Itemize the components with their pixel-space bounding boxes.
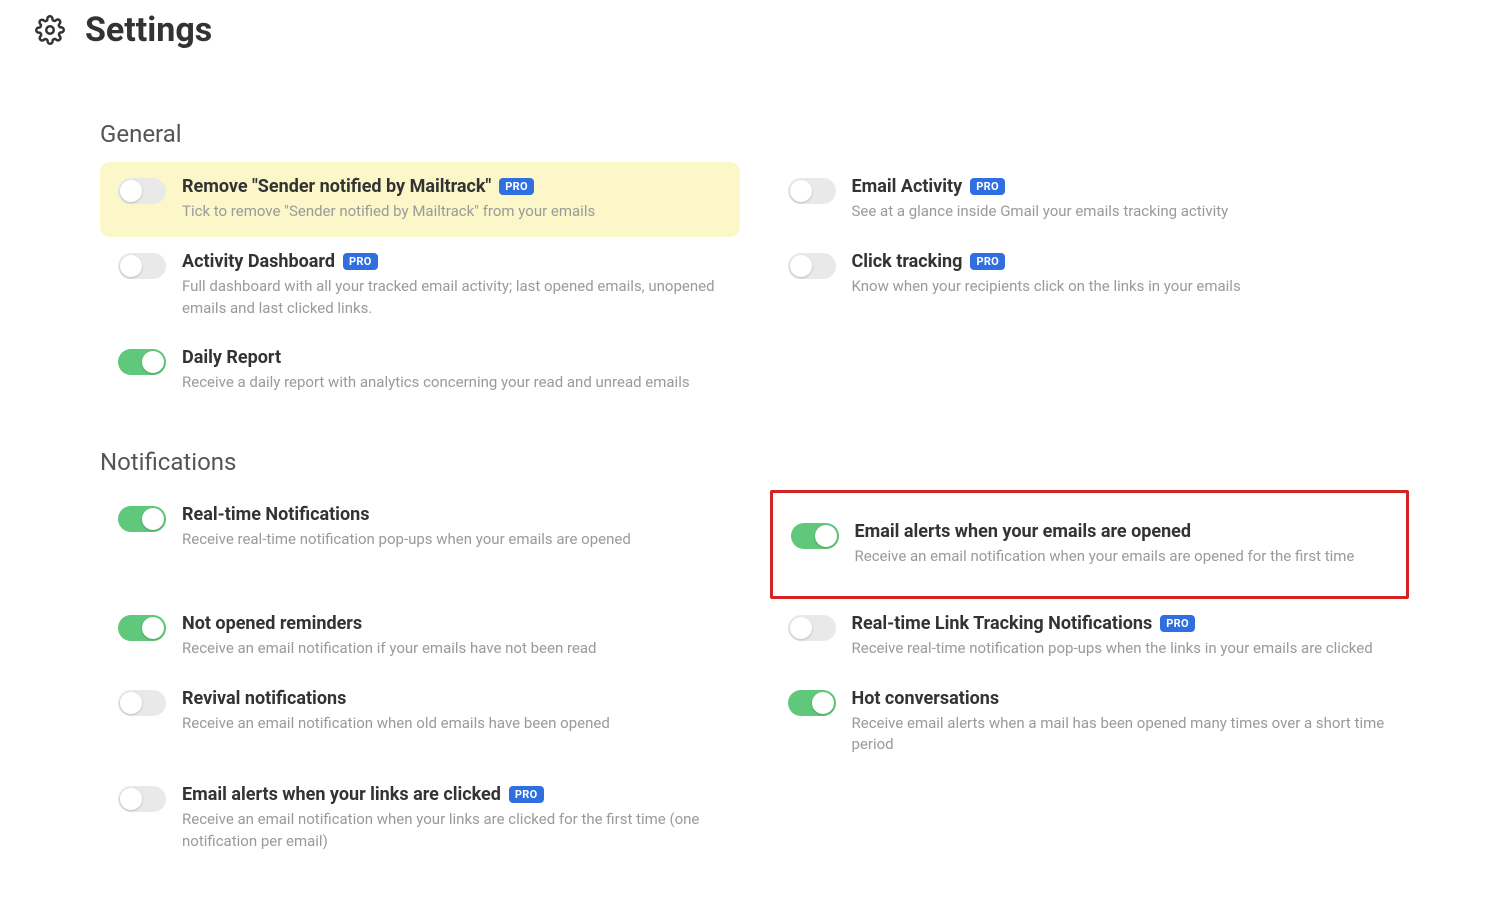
setting-label: Real-time Notifications <box>182 504 369 525</box>
setting-click-tracking: Click tracking PRO Know when your recipi… <box>770 237 1410 312</box>
setting-desc: See at a glance inside Gmail your emails… <box>852 201 1392 223</box>
setting-email-activity: Email Activity PRO See at a glance insid… <box>770 162 1410 237</box>
toggle-email-alerts-links-clicked[interactable] <box>118 786 166 812</box>
setting-not-opened-reminders: Not opened reminders Receive an email no… <box>100 599 740 674</box>
toggle-revival-notifications[interactable] <box>118 690 166 716</box>
setting-remove-sender-notified: Remove "Sender notified by Mailtrack" PR… <box>100 162 740 237</box>
pro-badge: PRO <box>970 253 1005 270</box>
setting-desc: Receive an email notification when your … <box>855 546 1389 568</box>
setting-desc: Receive email alerts when a mail has bee… <box>852 713 1392 757</box>
toggle-realtime-notifications[interactable] <box>118 506 166 532</box>
pro-badge: PRO <box>499 178 534 195</box>
settings-content: General Remove "Sender notified by Mailt… <box>0 70 1509 907</box>
toggle-click-tracking[interactable] <box>788 253 836 279</box>
pro-badge: PRO <box>509 786 544 803</box>
setting-email-alerts-opened: Email alerts when your emails are opened… <box>770 490 1410 599</box>
setting-desc: Receive an email notification when old e… <box>182 713 722 735</box>
setting-desc: Receive real-time notification pop-ups w… <box>852 638 1392 660</box>
notifications-grid: Real-time Notifications Receive real-tim… <box>100 490 1409 867</box>
toggle-email-activity[interactable] <box>788 178 836 204</box>
setting-daily-report: Daily Report Receive a daily report with… <box>100 333 740 408</box>
pro-badge: PRO <box>970 178 1005 195</box>
setting-desc: Receive real-time notification pop-ups w… <box>182 529 722 551</box>
setting-label: Real-time Link Tracking Notifications <box>852 613 1153 634</box>
section-title-notifications: Notifications <box>100 448 1409 476</box>
toggle-not-opened-reminders[interactable] <box>118 615 166 641</box>
setting-desc: Receive an email notification when your … <box>182 809 722 853</box>
setting-desc: Know when your recipients click on the l… <box>852 276 1392 298</box>
setting-label: Click tracking <box>852 251 963 272</box>
toggle-realtime-link-tracking[interactable] <box>788 615 836 641</box>
toggle-daily-report[interactable] <box>118 349 166 375</box>
section-title-general: General <box>100 120 1409 148</box>
setting-label: Email alerts when your emails are opened <box>855 521 1192 542</box>
pro-badge: PRO <box>343 253 378 270</box>
setting-label: Email alerts when your links are clicked <box>182 784 501 805</box>
setting-label: Hot conversations <box>852 688 1000 709</box>
setting-email-alerts-links-clicked: Email alerts when your links are clicked… <box>100 770 740 867</box>
setting-desc: Tick to remove "Sender notified by Mailt… <box>182 201 722 223</box>
pro-badge: PRO <box>1160 615 1195 632</box>
setting-desc: Receive an email notification if your em… <box>182 638 722 660</box>
page-title: Settings <box>85 10 212 50</box>
toggle-email-alerts-opened[interactable] <box>791 523 839 549</box>
setting-label: Remove "Sender notified by Mailtrack" <box>182 176 491 197</box>
general-grid: Remove "Sender notified by Mailtrack" PR… <box>100 162 1409 408</box>
setting-label: Activity Dashboard <box>182 251 335 272</box>
toggle-remove-sender-notified[interactable] <box>118 178 166 204</box>
setting-label: Daily Report <box>182 347 281 368</box>
setting-desc: Full dashboard with all your tracked ema… <box>182 276 722 320</box>
setting-desc: Receive a daily report with analytics co… <box>182 372 722 394</box>
setting-revival-notifications: Revival notifications Receive an email n… <box>100 674 740 749</box>
setting-hot-conversations: Hot conversations Receive email alerts w… <box>770 674 1410 771</box>
gear-icon <box>35 15 65 45</box>
toggle-hot-conversations[interactable] <box>788 690 836 716</box>
setting-label: Email Activity <box>852 176 963 197</box>
page-header: Settings <box>0 0 1509 70</box>
toggle-activity-dashboard[interactable] <box>118 253 166 279</box>
setting-activity-dashboard: Activity Dashboard PRO Full dashboard wi… <box>100 237 740 334</box>
setting-realtime-link-tracking: Real-time Link Tracking Notifications PR… <box>770 599 1410 674</box>
setting-label: Not opened reminders <box>182 613 362 634</box>
setting-label: Revival notifications <box>182 688 346 709</box>
setting-realtime-notifications: Real-time Notifications Receive real-tim… <box>100 490 740 565</box>
